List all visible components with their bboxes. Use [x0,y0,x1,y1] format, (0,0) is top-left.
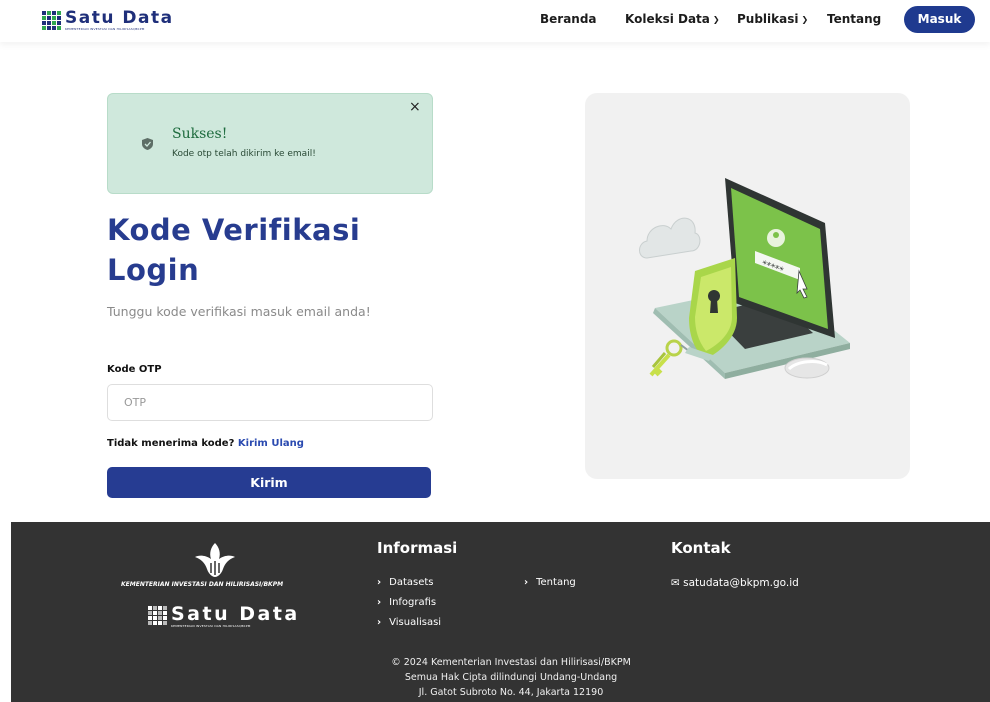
nav-about[interactable]: Tentang [827,12,881,26]
footer-ministry-name: KEMENTERIAN INVESTASI DAN HILIRISASI/BKP… [121,581,284,588]
logo-grid-cell [148,611,152,615]
cloud-icon [639,217,701,259]
footer-link-label: Datasets [389,577,434,588]
envelope-icon: ✉ [671,577,680,589]
footer-email[interactable]: ✉ satudata@bkpm.go.id [671,577,799,589]
submit-button[interactable]: Kirim [107,467,431,498]
nav-home[interactable]: Beranda [540,12,597,26]
logo-grid-cell [57,26,61,30]
logo-grid-cell [153,606,157,610]
chevron-down-icon: ❯ [801,15,809,24]
logo-grid-cell [52,21,56,25]
logo-grid-cell [57,16,61,20]
copyright-line-2: Semua Hak Cipta dilindungi Undang-Undang [404,672,618,683]
logo-grid-cell [42,11,46,15]
copyright-icon: © [391,657,401,668]
logo-grid-cell [52,16,56,20]
footer-copyright: © 2024 Kementerian Investasi dan Hiliris… [366,655,656,700]
chevron-down-icon: ❯ [712,15,720,24]
chevron-right-icon: › [377,617,382,628]
logo-grid-icon [148,606,167,625]
laptop-security-illustration: ***** [639,178,850,379]
logo-grid-cell [163,606,167,610]
logo-grid-cell [42,21,46,25]
alert-message: Kode otp telah dikirim ke email! [172,149,316,159]
footer-link-label: Visualisasi [389,617,442,628]
copyright-line-1: © 2024 Kementerian Investasi dan Hiliris… [366,655,656,670]
logo-grid-cell [47,11,51,15]
footer-brand-name: Satu Data [171,603,300,625]
otp-input[interactable] [107,384,433,421]
illustration-card: ***** [585,93,910,479]
alert-title: Sukses! [172,126,228,142]
shield-check-icon [142,138,153,150]
logo-grid-cell [158,611,162,615]
nav-collections[interactable]: Koleksi Data ❯ [625,12,720,26]
logo-grid-cell [42,26,46,30]
footer-link-label: Infografis [389,597,437,608]
resend-row: Tidak menerima kode? Kirim Ulang [107,438,304,449]
logo-grid-cell [57,11,61,15]
footer-brand-logo: Satu Data KEMENTERIAN INVESTASI DAN HILI… [148,604,300,628]
chevron-right-icon: › [524,577,529,588]
logo-grid-cell [47,26,51,30]
footer-contact-heading: Kontak [671,539,731,557]
brand-logo[interactable]: Satu Data KEMENTERIAN INVESTASI DAN HILI… [42,9,174,31]
otp-label: Kode OTP [107,364,162,375]
close-icon[interactable]: × [409,99,421,115]
footer-brand-subtitle: KEMENTERIAN INVESTASI DAN HILIRISASI/BKP… [171,624,251,628]
logo-grid-cell [158,616,162,620]
brand-subtitle: KEMENTERIAN INVESTASI DAN HILIRISASI/BKP… [65,27,145,31]
logo-grid-cell [148,606,152,610]
nav-publications[interactable]: Publikasi ❯ [737,12,808,26]
logo-grid-cell [163,616,167,620]
laptop-icon: ***** [653,178,850,379]
brand-name: Satu Data [65,8,174,28]
logo-grid-cell [57,21,61,25]
copyright-text: 2024 Kementerian Investasi dan Hilirisas… [403,657,631,668]
copyright-line-3: Jl. Gatot Subroto No. 44, Jakarta 12190 [418,687,604,698]
resend-prompt: Tidak menerima kode? [107,438,235,449]
footer-link-infografis[interactable]: › Infografis [377,597,436,608]
footer-link-tentang[interactable]: › Tentang [524,577,576,588]
logo-grid-cell [148,616,152,620]
logo-grid-cell [153,621,157,625]
mouse-icon [784,357,830,379]
logo-grid-cell [153,616,157,620]
logo-grid-cell [52,26,56,30]
chevron-right-icon: › [377,577,382,588]
logo-grid-cell [47,16,51,20]
logo-grid-cell [158,606,162,610]
logo-grid-cell [163,611,167,615]
footer-info-heading: Informasi [377,539,458,557]
logo-grid-cell [148,621,152,625]
success-alert: Sukses! Kode otp telah dikirim ke email!… [107,93,433,194]
footer-email-text: satudata@bkpm.go.id [683,577,799,589]
resend-link[interactable]: Kirim Ulang [238,438,304,449]
page-subtitle: Tunggu kode verifikasi masuk email anda! [107,304,371,319]
footer-link-label: Tentang [536,577,576,588]
logo-grid-cell [52,11,56,15]
logo-grid-cell [42,16,46,20]
logo-grid-icon [42,11,61,30]
footer-link-datasets[interactable]: › Datasets [377,577,434,588]
nav-collections-label: Koleksi Data [625,12,710,26]
top-navbar: Satu Data KEMENTERIAN INVESTASI DAN HILI… [0,0,990,42]
footer: KEMENTERIAN INVESTASI DAN HILIRISASI/BKP… [11,522,990,702]
logo-grid-cell [47,21,51,25]
nav-publications-label: Publikasi [737,12,799,26]
logo-grid-cell [158,621,162,625]
logo-grid-cell [153,611,157,615]
logo-grid-cell [163,621,167,625]
chevron-right-icon: › [377,597,382,608]
footer-link-visualisasi[interactable]: › Visualisasi [377,617,441,628]
page-title: Kode Verifikasi Login [107,213,361,287]
login-button[interactable]: Masuk [904,6,975,33]
ministry-emblem-icon [195,543,235,577]
